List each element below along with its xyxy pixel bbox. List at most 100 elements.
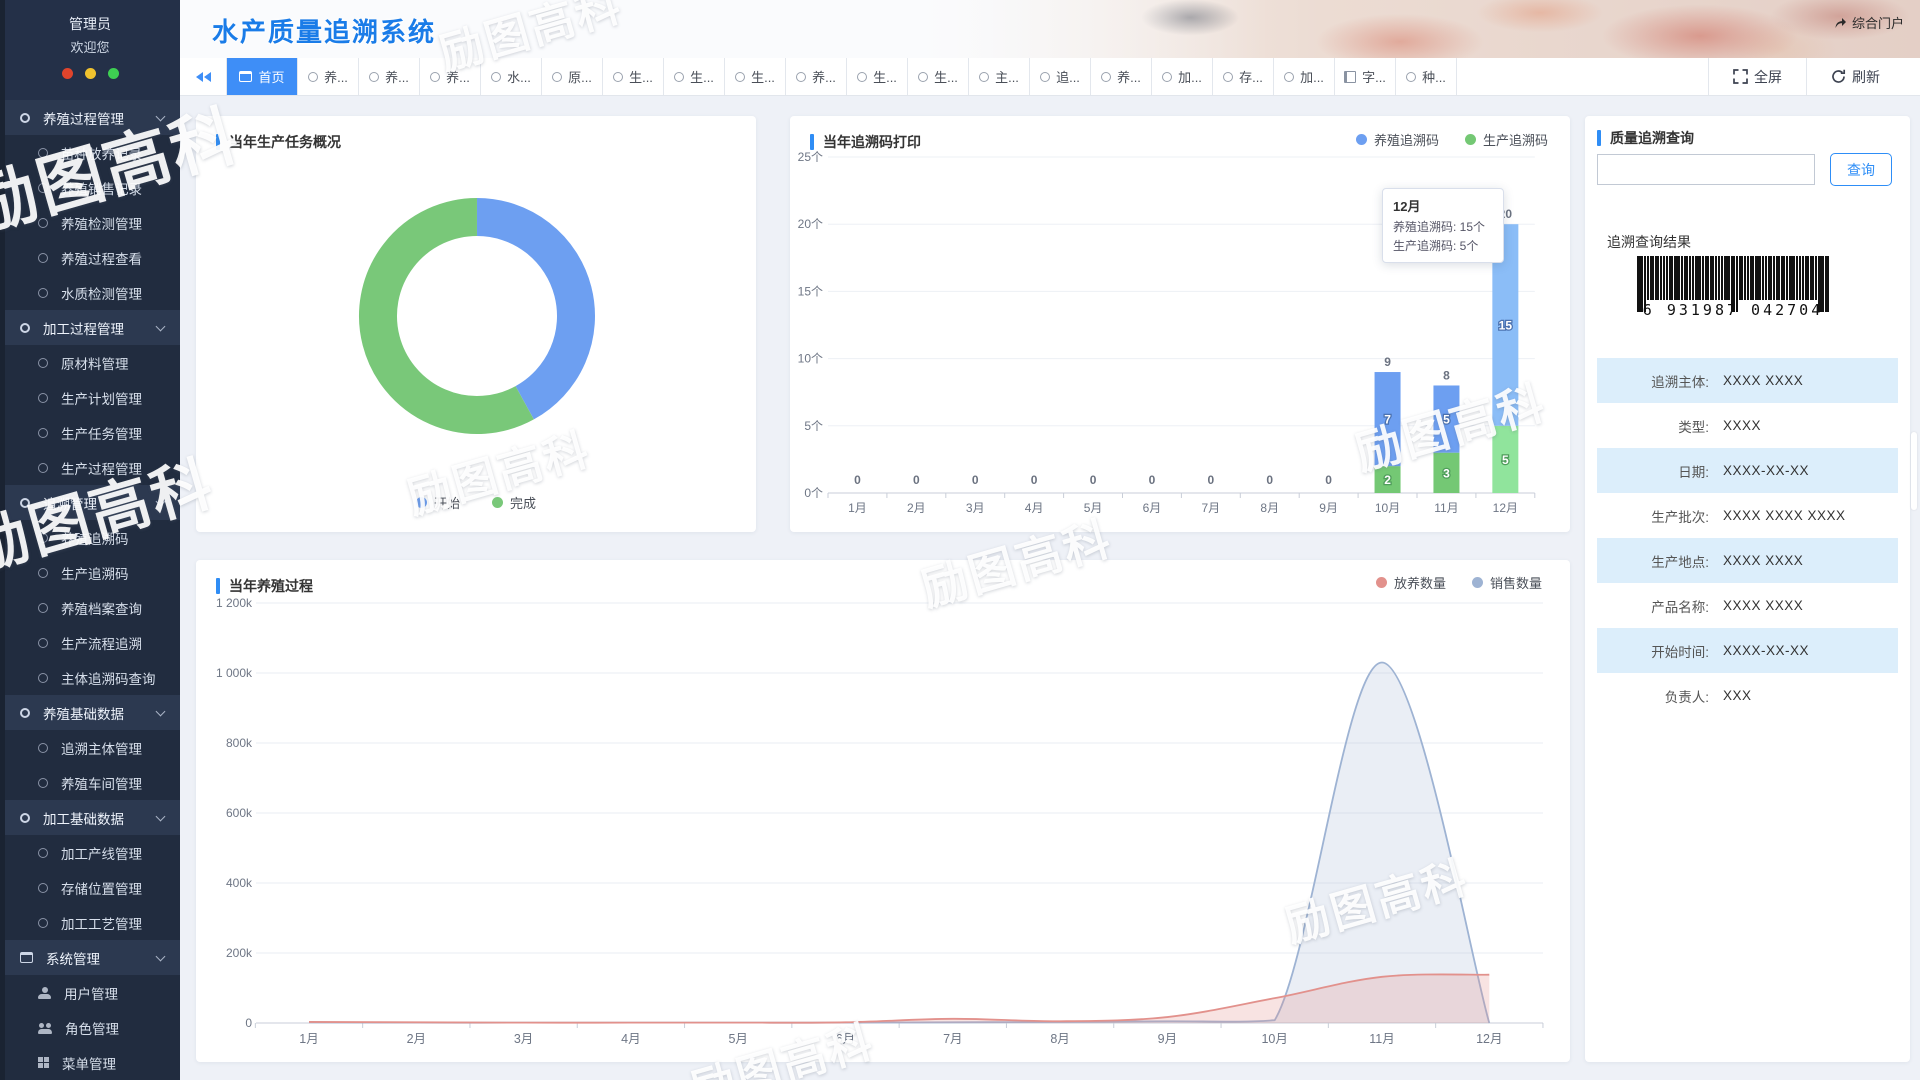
- tab[interactable]: 养...: [786, 58, 847, 95]
- sidebar-item-label: 主体追溯码查询: [61, 668, 156, 688]
- tab[interactable]: 生...: [847, 58, 908, 95]
- tab[interactable]: 存...: [1213, 58, 1274, 95]
- sidebar-item-leaf[interactable]: 生产计划管理: [0, 380, 180, 415]
- trace-query-input[interactable]: [1597, 154, 1815, 185]
- svg-text:1 200k: 1 200k: [216, 596, 253, 610]
- sidebar-item-leaf[interactable]: 养殖档案查询: [0, 590, 180, 625]
- collapse-tabs-button[interactable]: [180, 58, 226, 95]
- legend-item-stock-qty[interactable]: 放养数量: [1376, 573, 1446, 592]
- tab[interactable]: 养...: [420, 58, 481, 95]
- sidebar-item-label: 养殖过程管理: [43, 108, 124, 128]
- legend-item-sales-qty[interactable]: 销售数量: [1472, 573, 1542, 592]
- tab[interactable]: 养...: [359, 58, 420, 95]
- field-label: 追溯主体:: [1597, 371, 1709, 391]
- panel-title: 质量追溯查询: [1597, 128, 1694, 148]
- legend-item-production-code[interactable]: 生产追溯码: [1465, 130, 1548, 149]
- double-left-arrow-icon: [204, 72, 211, 82]
- tab[interactable]: 字...: [1335, 58, 1396, 95]
- sidebar-item-leaf[interactable]: 加工工艺管理: [0, 905, 180, 940]
- sidebar-item-leaf[interactable]: 生产过程管理: [0, 450, 180, 485]
- sidebar-item-group[interactable]: 养殖基础数据: [0, 695, 180, 730]
- trace-field-row: 产品名称:XXXX XXXX: [1597, 583, 1898, 628]
- circle-icon: [674, 72, 684, 82]
- sidebar: 管理员 欢迎您 养殖过程管理苗种放养记录养殖销售记录养殖检测管理养殖过程查看水质…: [0, 0, 180, 1080]
- area-chart[interactable]: 0200k400k600k800k1 000k1 200k1月2月3月4月5月6…: [196, 560, 1570, 1062]
- sidebar-item-leaf[interactable]: 生产流程追溯: [0, 625, 180, 660]
- legend-item-start[interactable]: 开始: [416, 493, 460, 512]
- svg-text:7: 7: [1384, 413, 1391, 427]
- portal-link[interactable]: 综合门户: [1834, 13, 1904, 32]
- trace-field-row: 生产地点:XXXX XXXX: [1597, 538, 1898, 583]
- sidebar-item-leaf[interactable]: 苗种放养记录: [0, 135, 180, 170]
- svg-text:0: 0: [1208, 473, 1215, 487]
- tab[interactable]: 生...: [664, 58, 725, 95]
- chevron-down-icon: [156, 811, 166, 821]
- sidebar-item-leaf[interactable]: 主体追溯码查询: [0, 660, 180, 695]
- tab[interactable]: 追...: [1030, 58, 1091, 95]
- tab[interactable]: 加...: [1274, 58, 1335, 95]
- sidebar-scrollbar[interactable]: [0, 0, 5, 1080]
- sidebar-item-leaf[interactable]: 生产追溯码: [0, 555, 180, 590]
- legend-item-breeding-code[interactable]: 养殖追溯码: [1356, 130, 1439, 149]
- sidebar-item-leaf[interactable]: 养殖销售记录: [0, 170, 180, 205]
- svg-text:9月: 9月: [1158, 1032, 1177, 1046]
- query-button[interactable]: 查询: [1830, 153, 1892, 186]
- circle-icon: [38, 918, 48, 928]
- field-label: 开始时间:: [1597, 641, 1709, 661]
- donut-chart[interactable]: [196, 116, 756, 532]
- sidebar-item-leaf[interactable]: 用户管理: [0, 975, 180, 1010]
- tab-home[interactable]: 首页: [226, 58, 298, 95]
- app-root: 管理员 欢迎您 养殖过程管理苗种放养记录养殖销售记录养殖检测管理养殖过程查看水质…: [0, 0, 1920, 1080]
- circle-icon: [38, 253, 48, 263]
- sidebar-item-label: 生产计划管理: [61, 388, 142, 408]
- sidebar-item-leaf[interactable]: 存储位置管理: [0, 870, 180, 905]
- page-scrollbar-thumb[interactable]: [1911, 432, 1917, 510]
- card-title-text: 当年养殖过程: [229, 576, 313, 596]
- sidebar-item-leaf[interactable]: 水质检测管理: [0, 275, 180, 310]
- circle-icon: [1101, 72, 1111, 82]
- tab[interactable]: 原...: [542, 58, 603, 95]
- svg-text:8月: 8月: [1050, 1032, 1069, 1046]
- svg-text:3: 3: [1443, 466, 1450, 480]
- tab[interactable]: 养...: [1091, 58, 1152, 95]
- bar-chart[interactable]: 0个5个10个15个20个25个1月02月03月04月05月06月07月08月0…: [790, 116, 1570, 532]
- tab[interactable]: 生...: [725, 58, 786, 95]
- tab[interactable]: 生...: [908, 58, 969, 95]
- circle-icon: [38, 428, 48, 438]
- fullscreen-button[interactable]: 全屏: [1708, 58, 1806, 95]
- bar-chart-legend: 养殖追溯码 生产追溯码: [1356, 130, 1548, 149]
- sidebar-item-leaf[interactable]: 加工产线管理: [0, 835, 180, 870]
- svg-text:3月: 3月: [966, 501, 985, 515]
- tab[interactable]: 水...: [481, 58, 542, 95]
- tab[interactable]: 主...: [969, 58, 1030, 95]
- sidebar-item-leaf[interactable]: 追溯主体管理: [0, 730, 180, 765]
- sidebar-item-leaf[interactable]: 角色管理: [0, 1010, 180, 1045]
- sidebar-item-leaf[interactable]: 生产任务管理: [0, 415, 180, 450]
- tooltip-line: 生产追溯码: 5个: [1393, 237, 1493, 256]
- sidebar-item-group[interactable]: 追溯管理: [0, 485, 180, 520]
- sidebar-item-group[interactable]: 养殖过程管理: [0, 100, 180, 135]
- svg-text:0: 0: [1325, 473, 1332, 487]
- tab[interactable]: 生...: [603, 58, 664, 95]
- sidebar-item-leaf[interactable]: 菜单管理: [0, 1045, 180, 1080]
- circle-icon: [38, 533, 48, 543]
- legend-item-complete[interactable]: 完成: [492, 493, 536, 512]
- sidebar-item-leaf[interactable]: 养殖过程查看: [0, 240, 180, 275]
- sidebar-item-leaf[interactable]: 养殖追溯码: [0, 520, 180, 555]
- window-icon: [20, 952, 33, 963]
- sidebar-item-label: 生产流程追溯: [61, 633, 142, 653]
- tab[interactable]: 种...: [1396, 58, 1457, 95]
- svg-text:8月: 8月: [1260, 501, 1279, 515]
- tab[interactable]: 养...: [298, 58, 359, 95]
- field-label: 生产批次:: [1597, 506, 1709, 526]
- sidebar-menu: 养殖过程管理苗种放养记录养殖销售记录养殖检测管理养殖过程查看水质检测管理加工过程…: [0, 100, 180, 1080]
- sidebar-item-group[interactable]: 加工过程管理: [0, 310, 180, 345]
- sidebar-item-label: 苗种放养记录: [61, 143, 142, 163]
- sidebar-item-group[interactable]: 系统管理: [0, 940, 180, 975]
- sidebar-item-leaf[interactable]: 养殖检测管理: [0, 205, 180, 240]
- sidebar-item-leaf[interactable]: 养殖车间管理: [0, 765, 180, 800]
- sidebar-item-leaf[interactable]: 原材料管理: [0, 345, 180, 380]
- refresh-button[interactable]: 刷新: [1806, 58, 1920, 95]
- sidebar-item-group[interactable]: 加工基础数据: [0, 800, 180, 835]
- tab[interactable]: 加...: [1152, 58, 1213, 95]
